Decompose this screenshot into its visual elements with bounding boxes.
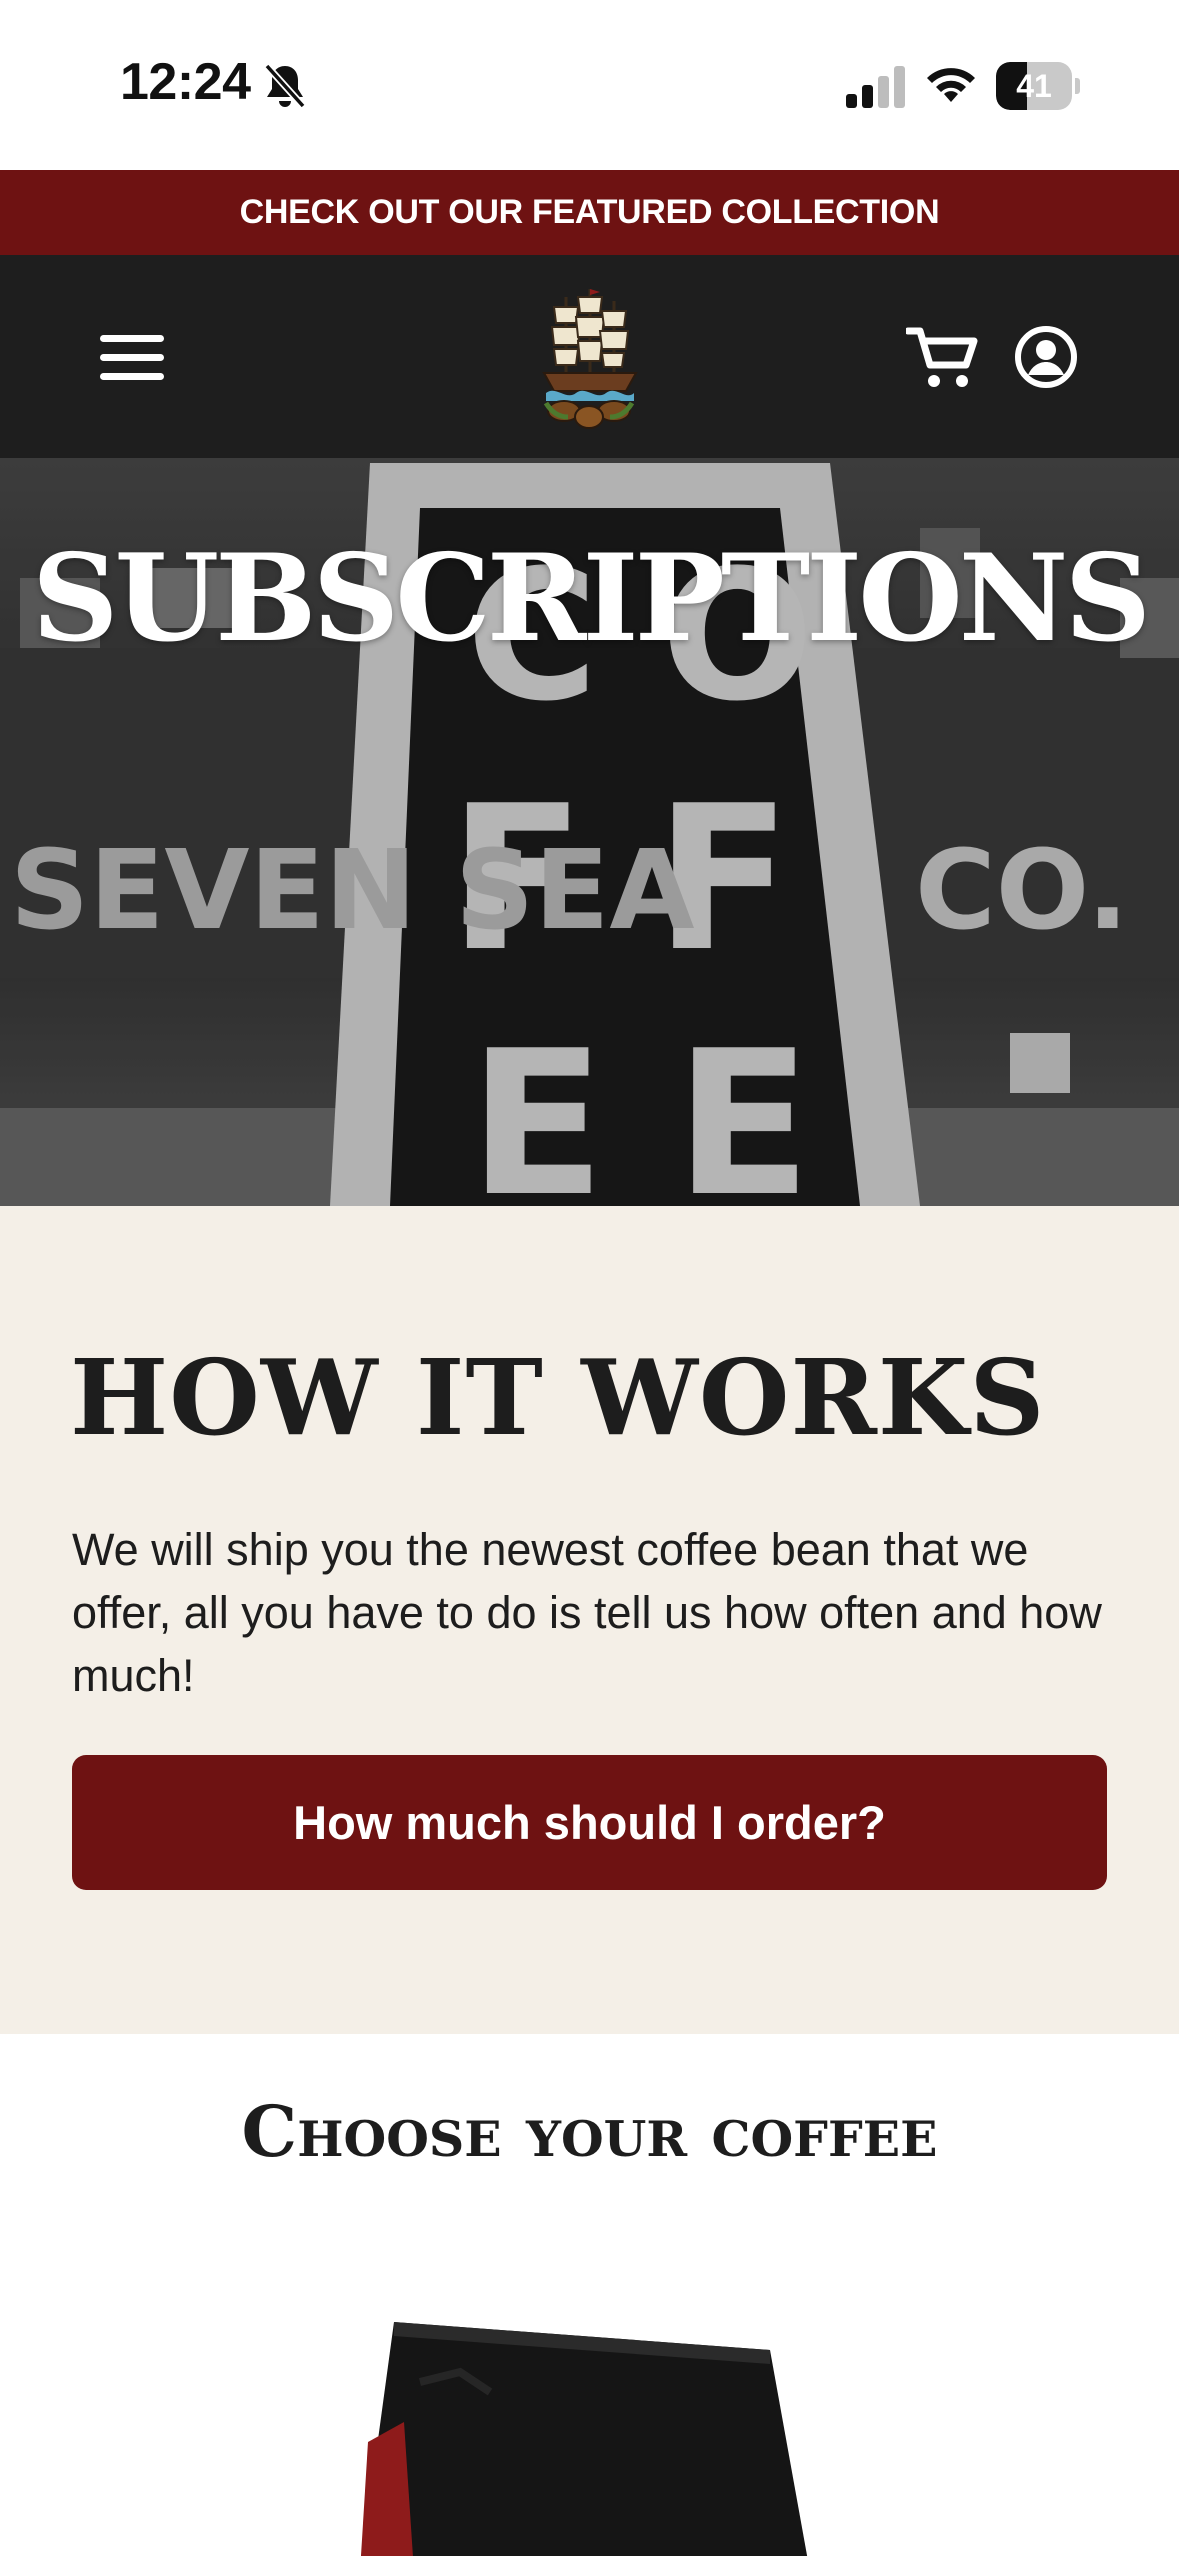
choose-coffee-heading: Choose your coffee <box>241 2090 938 2173</box>
bell-slash-icon <box>264 63 306 109</box>
battery-level: 41 <box>1016 68 1052 104</box>
hero-title: SUBSCRIPTIONS <box>31 528 1151 669</box>
status-bar: 12:24 41 <box>0 0 1179 170</box>
coffee-bag-image[interactable] <box>360 2322 820 2556</box>
how-it-works-description: We will ship you the newest coffee bean … <box>72 1524 1102 1701</box>
announcement-bar[interactable]: CHECK OUT OUR FEATURED COLLECTION <box>0 170 1179 255</box>
battery-icon: 41 <box>996 62 1080 110</box>
cellular-signal-icon <box>846 66 905 108</box>
cart-icon[interactable] <box>906 325 978 391</box>
choose-coffee-section: Choose your coffee <box>0 2034 1179 2556</box>
account-icon[interactable] <box>1014 325 1078 389</box>
how-much-order-button[interactable]: How much should I order? <box>72 1755 1107 1890</box>
how-it-works-heading: HOW IT WORKS <box>70 1336 1046 1459</box>
ship-logo[interactable] <box>536 285 642 431</box>
how-it-works-section: HOW IT WORKS We will ship you the newest… <box>0 1206 1179 2034</box>
wifi-icon <box>927 68 975 102</box>
status-time: 12:24 <box>120 53 251 111</box>
hero-banner: C O F F E E SEVEN SEA CO. SUBSCRIPTIONS <box>0 458 1179 1206</box>
site-header <box>0 255 1179 458</box>
menu-icon[interactable] <box>100 335 164 381</box>
